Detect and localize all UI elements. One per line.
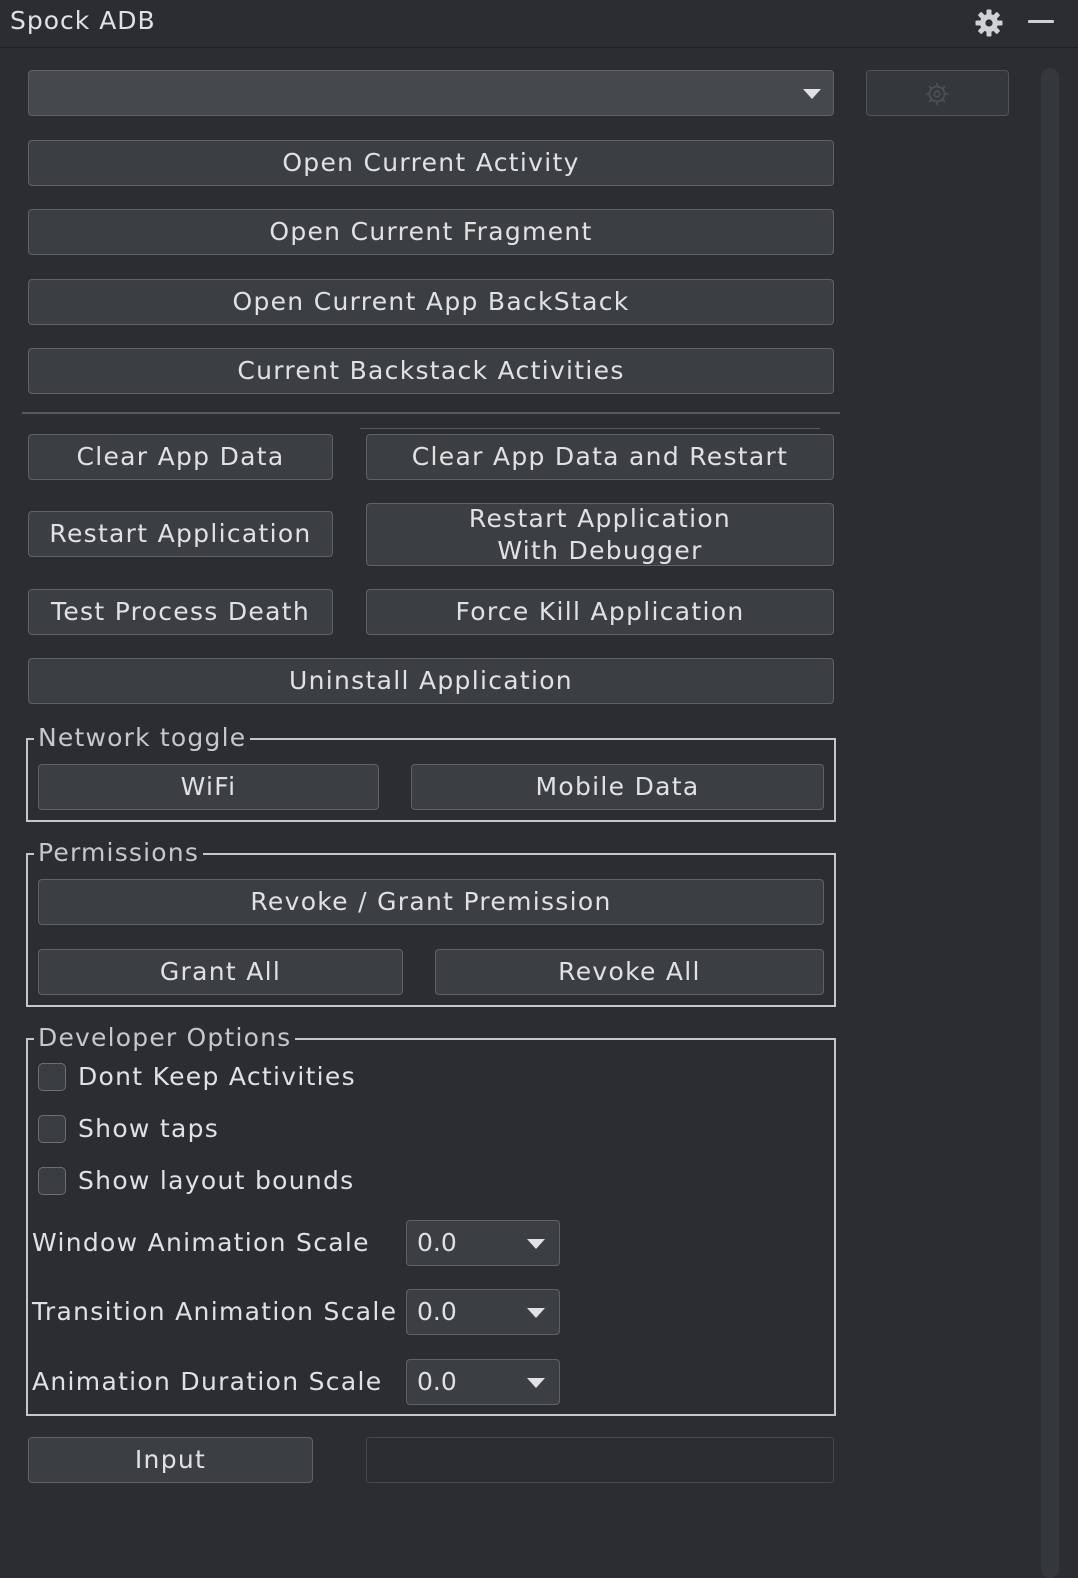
dont-keep-activities-checkbox-row[interactable]: Dont Keep Activities xyxy=(38,1062,356,1091)
checkbox-label: Dont Keep Activities xyxy=(78,1062,356,1091)
button-label: Force Kill Application xyxy=(455,597,745,626)
clear-app-data-and-restart-button[interactable]: Clear App Data and Restart xyxy=(366,434,834,480)
button-label: Uninstall Application xyxy=(289,666,573,695)
wifi-toggle-button[interactable]: WiFi xyxy=(38,764,379,810)
separator xyxy=(360,428,820,429)
vertical-scrollbar[interactable] xyxy=(1041,68,1059,1578)
button-label-line1: Restart Application xyxy=(468,503,732,533)
window-title: Spock ADB xyxy=(10,6,156,35)
device-selector[interactable] xyxy=(28,70,834,116)
animation-duration-scale-select[interactable]: 0.0 xyxy=(406,1359,560,1405)
input-button[interactable]: Input xyxy=(28,1437,313,1483)
button-label: Revoke / Grant Premission xyxy=(250,887,612,916)
button-label: Grant All xyxy=(159,957,282,986)
chevron-down-icon xyxy=(803,89,821,99)
button-label: Current Backstack Activities xyxy=(237,356,625,385)
select-value: 0.0 xyxy=(417,1297,457,1326)
window-animation-scale-select[interactable]: 0.0 xyxy=(406,1220,560,1266)
button-label: WiFi xyxy=(180,772,237,801)
open-current-app-backstack-button[interactable]: Open Current App BackStack xyxy=(28,279,834,325)
button-label: Mobile Data xyxy=(535,772,700,801)
button-label: Input xyxy=(134,1445,207,1474)
title-bar: Spock ADB xyxy=(0,0,1078,48)
revoke-all-button[interactable]: Revoke All xyxy=(435,949,824,995)
restart-application-button[interactable]: Restart Application xyxy=(28,511,333,557)
uninstall-application-button[interactable]: Uninstall Application xyxy=(28,658,834,704)
force-kill-application-button[interactable]: Force Kill Application xyxy=(366,589,834,635)
separator xyxy=(22,412,840,414)
button-label-line2: With Debugger xyxy=(497,535,703,565)
button-label: Clear App Data xyxy=(76,442,285,471)
input-text-field[interactable] xyxy=(366,1437,834,1483)
button-label: Restart Application xyxy=(49,519,312,548)
show-taps-checkbox[interactable] xyxy=(38,1114,66,1143)
device-settings-button[interactable] xyxy=(866,70,1009,116)
dont-keep-activities-checkbox[interactable] xyxy=(38,1062,66,1091)
grant-all-button[interactable]: Grant All xyxy=(38,949,403,995)
permissions-label: Permissions xyxy=(34,838,204,868)
test-process-death-button[interactable]: Test Process Death xyxy=(28,589,333,635)
minimize-icon[interactable] xyxy=(1028,20,1054,23)
window-animation-scale-label: Window Animation Scale xyxy=(32,1228,370,1257)
chevron-down-icon xyxy=(527,1378,545,1388)
open-current-activity-button[interactable]: Open Current Activity xyxy=(28,140,834,186)
transition-animation-scale-label: Transition Animation Scale xyxy=(32,1297,398,1326)
mobile-data-toggle-button[interactable]: Mobile Data xyxy=(411,764,824,810)
select-value: 0.0 xyxy=(417,1228,457,1257)
button-label: Test Process Death xyxy=(51,597,310,626)
button-label: Revoke All xyxy=(558,957,701,986)
checkbox-label: Show taps xyxy=(78,1114,220,1143)
revoke-grant-permission-button[interactable]: Revoke / Grant Premission xyxy=(38,879,824,925)
button-label: Open Current Fragment xyxy=(269,217,593,246)
animation-duration-scale-label: Animation Duration Scale xyxy=(32,1367,383,1396)
spock-adb-panel: Spock ADB Open Current Activity Open Cur… xyxy=(0,0,1078,1578)
chevron-down-icon xyxy=(527,1308,545,1318)
network-toggle-label: Network toggle xyxy=(34,723,251,753)
show-taps-checkbox-row[interactable]: Show taps xyxy=(38,1114,219,1143)
restart-with-debugger-button[interactable]: Restart Application With Debugger xyxy=(366,503,834,566)
button-label: Open Current App BackStack xyxy=(232,287,630,316)
show-layout-bounds-checkbox-row[interactable]: Show layout bounds xyxy=(38,1166,355,1195)
open-current-fragment-button[interactable]: Open Current Fragment xyxy=(28,209,834,255)
clear-app-data-button[interactable]: Clear App Data xyxy=(28,434,333,480)
gear-icon xyxy=(925,82,949,106)
checkbox-label: Show layout bounds xyxy=(78,1166,355,1195)
developer-options-label: Developer Options xyxy=(34,1023,296,1053)
show-layout-bounds-checkbox[interactable] xyxy=(38,1166,66,1195)
select-value: 0.0 xyxy=(417,1367,457,1396)
current-backstack-activities-button[interactable]: Current Backstack Activities xyxy=(28,348,834,394)
transition-animation-scale-select[interactable]: 0.0 xyxy=(406,1289,560,1335)
settings-gear-icon[interactable] xyxy=(974,8,1004,38)
button-label: Open Current Activity xyxy=(282,148,580,177)
chevron-down-icon xyxy=(527,1239,545,1249)
button-label: Clear App Data and Restart xyxy=(411,442,789,471)
